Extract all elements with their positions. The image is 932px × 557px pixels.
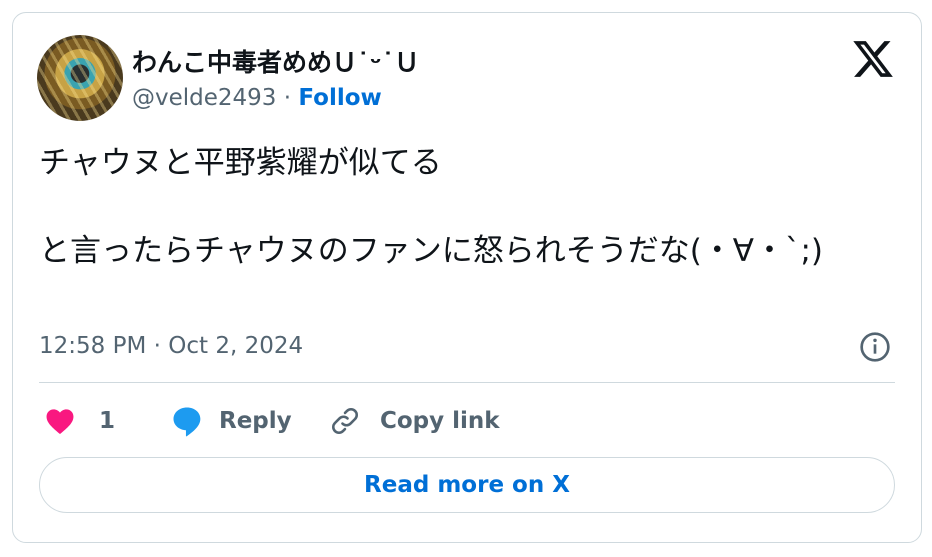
reply-button[interactable]: Reply <box>169 401 292 441</box>
avatar[interactable] <box>37 35 123 121</box>
follow-button[interactable]: Follow <box>298 85 381 111</box>
author-display-name[interactable]: わんこ中毒者めめＵ˙ᵕ˙Ｕ <box>132 43 419 79</box>
tweet-text: チャウヌと平野紫耀が似てる と言ったらチャウヌのファンに怒られそうだな(・∀・`… <box>39 145 824 269</box>
action-bar: 1 Reply Copy link <box>39 401 895 441</box>
divider <box>39 382 895 383</box>
author-handle-row: @velde2493 · Follow <box>132 85 382 111</box>
link-icon <box>332 408 358 434</box>
heart-icon <box>46 409 74 435</box>
author-handle[interactable]: @velde2493 <box>132 85 276 111</box>
info-icon[interactable] <box>859 331 891 363</box>
x-logo-icon[interactable] <box>851 37 895 81</box>
read-more-label: Read more on X <box>364 472 570 498</box>
read-more-button[interactable]: Read more on X <box>39 457 895 513</box>
speech-bubble-icon <box>173 407 201 437</box>
copy-link-button[interactable]: Copy link <box>328 401 500 441</box>
handle-separator: · <box>283 85 292 111</box>
tweet-card: わんこ中毒者めめＵ˙ᵕ˙Ｕ @velde2493 · Follow チャウヌと平… <box>12 12 922 543</box>
like-button[interactable]: 1 <box>43 401 115 441</box>
reply-label: Reply <box>219 408 292 434</box>
copy-link-label: Copy link <box>380 408 500 434</box>
like-count: 1 <box>99 408 116 434</box>
tweet-timestamp[interactable]: 12:58 PM · Oct 2, 2024 <box>39 333 303 359</box>
